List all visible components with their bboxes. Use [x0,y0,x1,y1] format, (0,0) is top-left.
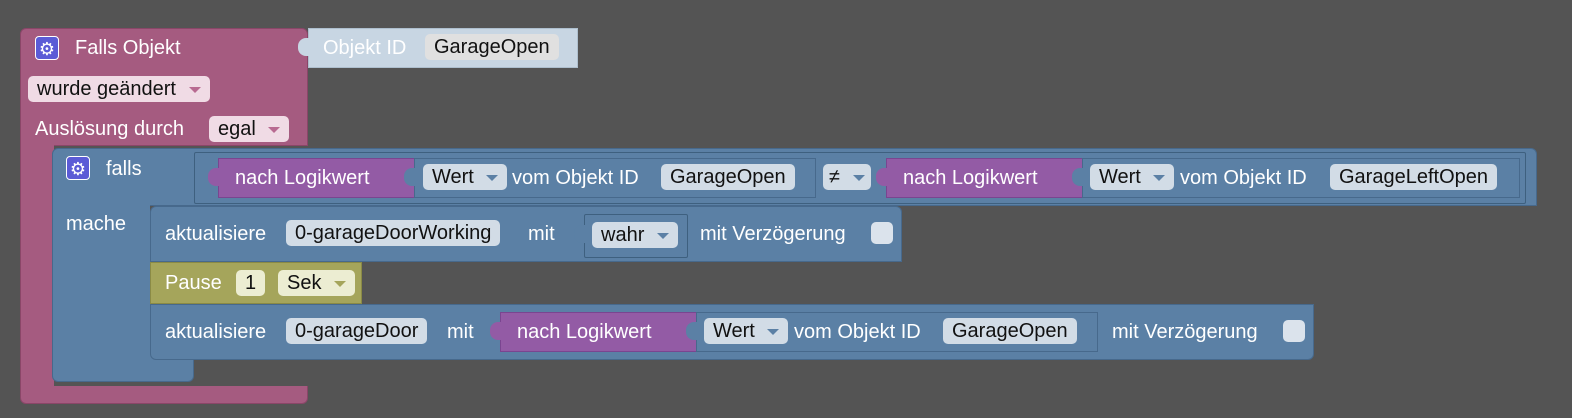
event-block-left-column [20,140,54,390]
trigger-label: Auslösung durch [35,118,184,140]
change-type-dropdown[interactable]: wurde geändert [28,76,210,102]
with-label: mit [447,321,474,343]
value-connector [574,225,588,243]
convert-connector [876,168,890,186]
gear-icon[interactable]: ⚙ [66,156,90,180]
operator-value: ≠ [829,166,840,188]
boolean-dropdown[interactable]: wahr [592,222,678,248]
pause-unit-value: Sek [287,272,322,294]
pause-duration-field[interactable]: 1 [236,270,266,296]
property-value: Wert [432,166,474,188]
convert-label: nach Logikwert [903,167,1038,189]
convert-connector [490,322,504,340]
property-dropdown[interactable]: Wert [1090,164,1175,190]
event-title: Falls Objekt [75,37,181,59]
value-connector [1072,168,1086,186]
convert-connector [208,168,222,186]
with-label: mit [528,223,555,245]
event-block-footer [20,386,308,404]
trigger-dropdown[interactable]: egal [209,116,290,142]
from-object-label: vom Objekt ID [1180,167,1307,189]
gear-icon[interactable]: ⚙ [35,36,59,60]
convert-label: nach Logikwert [517,321,652,343]
from-object-label: vom Objekt ID [794,321,921,343]
delay-checkbox[interactable] [1283,320,1305,342]
if-label: falls [106,158,142,180]
property-dropdown[interactable]: Wert [704,318,789,344]
change-type-value: wurde geändert [37,78,176,100]
boolean-value: wahr [601,224,645,246]
object-id-field[interactable]: GarageOpen [661,164,795,190]
property-dropdown[interactable]: Wert [423,164,508,190]
operator-dropdown[interactable]: ≠ [823,164,871,190]
property-value: Wert [1099,166,1141,188]
target-object-field[interactable]: 0-garageDoor [286,318,428,344]
do-label: mache [66,213,127,235]
update-label: aktualisiere [165,321,267,343]
object-id-field[interactable]: GarageOpen [943,318,1077,344]
trigger-value: egal [218,118,256,140]
object-id-field[interactable]: GarageLeftOpen [1330,164,1497,190]
object-id-connector [298,38,312,56]
convert-label: nach Logikwert [235,167,370,189]
object-id-label: Objekt ID [323,37,407,59]
delay-label: mit Verzögerung [700,223,846,245]
value-connector [686,322,700,340]
pause-unit-dropdown[interactable]: Sek [278,270,356,296]
object-id-field[interactable]: GarageOpen [425,34,559,60]
pause-label: Pause [165,272,222,294]
update-label: aktualisiere [165,223,267,245]
property-value: Wert [713,320,755,342]
from-object-label: vom Objekt ID [512,167,639,189]
target-object-field[interactable]: 0-garageDoorWorking [286,220,501,246]
value-connector [404,168,418,186]
delay-checkbox[interactable] [871,222,893,244]
delay-label: mit Verzögerung [1112,321,1258,343]
